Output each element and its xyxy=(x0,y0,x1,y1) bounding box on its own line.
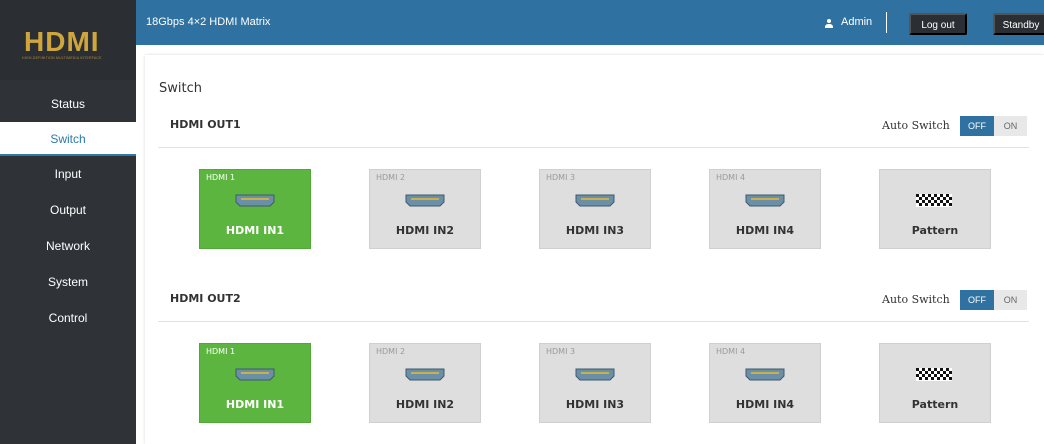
section-divider xyxy=(158,147,1029,148)
tile-tag: HDMI 1 xyxy=(206,173,236,182)
sidebar-nav: Status Switch Input Output Network Syste… xyxy=(0,86,136,336)
tile-name: Pattern xyxy=(911,224,959,237)
tile-tag: HDMI 3 xyxy=(546,173,576,182)
user-icon xyxy=(825,19,833,28)
top-bar: 18Gbps 4×2 HDMI Matrix Admin Log out Sta… xyxy=(136,0,1044,45)
sidebar-item-output[interactable]: Output xyxy=(0,192,136,228)
auto-switch-on-button[interactable]: ON xyxy=(994,116,1027,136)
hdmi-port-icon xyxy=(405,194,445,207)
tile-name: HDMI IN2 xyxy=(395,398,455,411)
sidebar-item-switch[interactable]: Switch xyxy=(0,122,136,156)
standby-button[interactable]: Standby xyxy=(993,13,1044,35)
sidebar-item-status[interactable]: Status xyxy=(0,86,136,122)
tile-name: HDMI IN1 xyxy=(225,224,285,237)
hdmi-port-icon xyxy=(745,194,785,207)
source-tile-hdmi-in3[interactable]: HDMI 3 HDMI IN3 xyxy=(539,343,651,423)
tile-tag: HDMI 2 xyxy=(376,347,406,356)
sidebar: HDMI HIGH-DEFINITION MULTIMEDIA INTERFAC… xyxy=(0,0,136,444)
sidebar-item-control[interactable]: Control xyxy=(0,300,136,336)
main-panel: Switch HDMI OUT1 Auto Switch OFF ON HDMI… xyxy=(145,55,1044,444)
tile-name: HDMI IN3 xyxy=(565,224,625,237)
checkerboard-pattern-icon xyxy=(916,194,952,207)
hdmi-port-icon xyxy=(745,368,785,381)
tile-name: HDMI IN2 xyxy=(395,224,455,237)
tile-tag: HDMI 3 xyxy=(546,347,576,356)
source-tile-hdmi-in1[interactable]: HDMI 1 HDMI IN1 xyxy=(199,169,311,249)
source-tile-hdmi-in4[interactable]: HDMI 4 HDMI IN4 xyxy=(709,343,821,423)
source-tile-hdmi-in1[interactable]: HDMI 1 HDMI IN1 xyxy=(199,343,311,423)
hdmi-port-icon xyxy=(405,368,445,381)
logo-text: HDMI xyxy=(24,26,100,57)
section-divider xyxy=(158,321,1029,322)
source-tile-pattern[interactable]: Pattern xyxy=(879,169,991,249)
tile-name: HDMI IN3 xyxy=(565,398,625,411)
sidebar-item-network[interactable]: Network xyxy=(0,228,136,264)
page-title: Switch xyxy=(159,81,202,96)
user-label: Admin xyxy=(841,16,873,28)
auto-switch-toggle: OFF ON xyxy=(960,116,1027,136)
hdmi-logo: HDMI HIGH-DEFINITION MULTIMEDIA INTERFAC… xyxy=(0,0,136,80)
tile-tag: HDMI 1 xyxy=(206,347,236,356)
tile-name: HDMI IN4 xyxy=(735,398,795,411)
tile-tag: HDMI 4 xyxy=(716,173,746,182)
hdmi-port-icon xyxy=(575,194,615,207)
auto-switch-label: Auto Switch xyxy=(882,293,950,306)
output-label: HDMI OUT1 xyxy=(170,118,241,131)
device-title: 18Gbps 4×2 HDMI Matrix xyxy=(146,16,271,28)
tile-name: HDMI IN1 xyxy=(225,398,285,411)
header-divider xyxy=(886,12,887,33)
tile-tag: HDMI 4 xyxy=(716,347,746,356)
source-tile-hdmi-in4[interactable]: HDMI 4 HDMI IN4 xyxy=(709,169,821,249)
source-tile-pattern[interactable]: Pattern xyxy=(879,343,991,423)
auto-switch-on-button[interactable]: ON xyxy=(994,290,1027,310)
output-label: HDMI OUT2 xyxy=(170,292,241,305)
source-tile-hdmi-in3[interactable]: HDMI 3 HDMI IN3 xyxy=(539,169,651,249)
auto-switch-off-button[interactable]: OFF xyxy=(960,290,994,310)
hdmi-port-icon xyxy=(575,368,615,381)
auto-switch-label: Auto Switch xyxy=(882,119,950,132)
auto-switch-off-button[interactable]: OFF xyxy=(960,116,994,136)
checkerboard-pattern-icon xyxy=(916,368,952,381)
hdmi-port-icon xyxy=(235,194,275,207)
source-tile-hdmi-in2[interactable]: HDMI 2 HDMI IN2 xyxy=(369,169,481,249)
auto-switch-toggle: OFF ON xyxy=(960,290,1027,310)
sidebar-item-input[interactable]: Input xyxy=(0,156,136,192)
tile-name: HDMI IN4 xyxy=(735,224,795,237)
hdmi-port-icon xyxy=(235,368,275,381)
source-tile-hdmi-in2[interactable]: HDMI 2 HDMI IN2 xyxy=(369,343,481,423)
logout-button[interactable]: Log out xyxy=(909,13,967,35)
tile-name: Pattern xyxy=(911,398,959,411)
logo-subtitle: HIGH-DEFINITION MULTIMEDIA INTERFACE xyxy=(22,56,102,60)
tile-tag: HDMI 2 xyxy=(376,173,406,182)
sidebar-item-system[interactable]: System xyxy=(0,264,136,300)
